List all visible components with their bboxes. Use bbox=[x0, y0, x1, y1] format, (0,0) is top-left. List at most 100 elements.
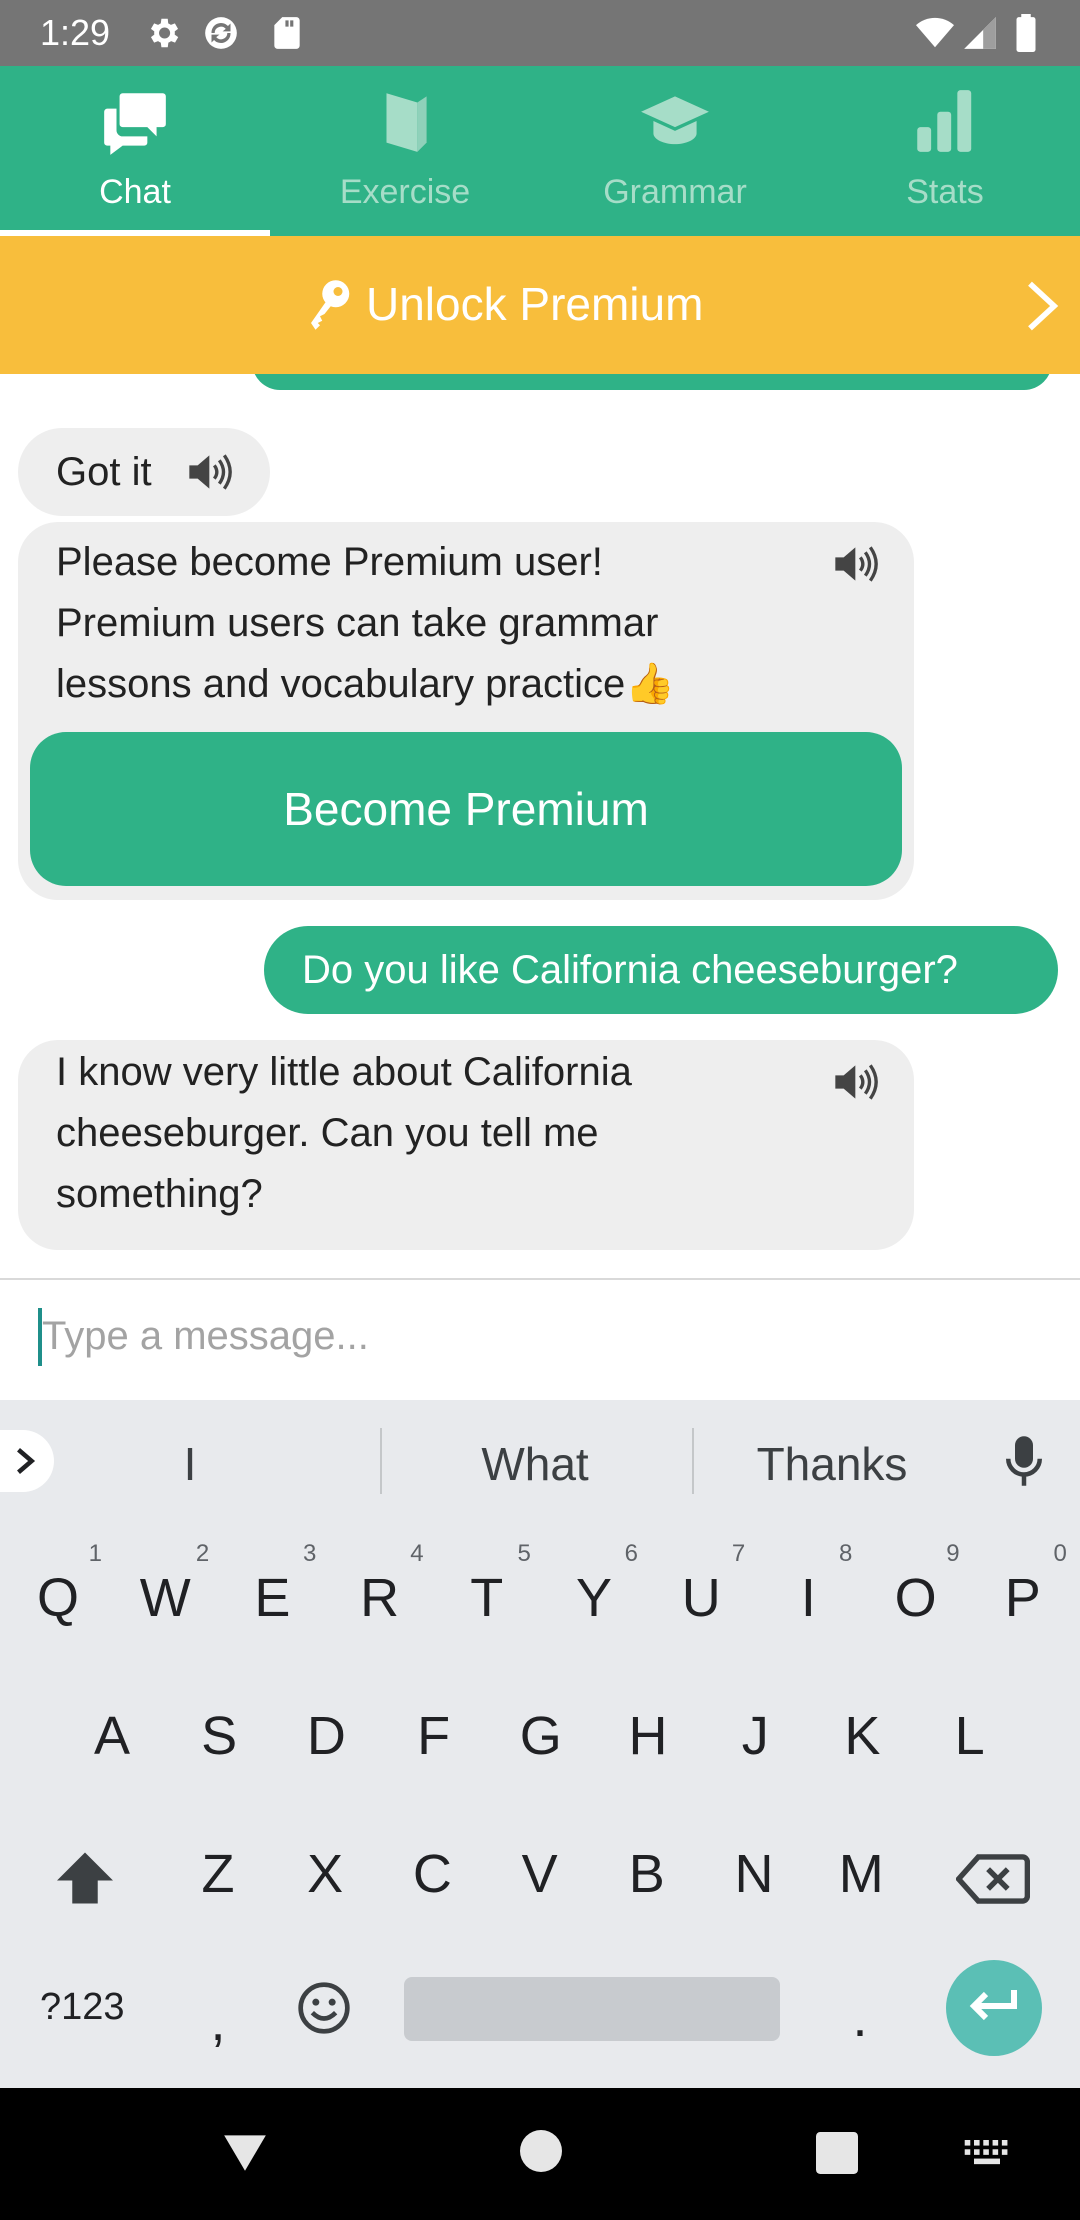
key-label: Z bbox=[201, 1844, 235, 1904]
previous-user-message bbox=[252, 374, 1052, 390]
key-s[interactable]: S bbox=[169, 1704, 269, 1768]
key-q[interactable]: Q1 bbox=[8, 1540, 108, 1630]
key-v[interactable]: V bbox=[490, 1842, 590, 1906]
chat-list[interactable]: Got it Please become Premium user! Premi… bbox=[0, 374, 1080, 1278]
key-hint: 0 bbox=[1053, 1540, 1067, 1567]
status-time: 1:29 bbox=[40, 12, 111, 53]
key-label: U bbox=[681, 1568, 721, 1628]
key-n[interactable]: N bbox=[704, 1842, 804, 1906]
key-x[interactable]: X bbox=[275, 1842, 375, 1906]
key-g[interactable]: G bbox=[491, 1704, 591, 1768]
tab-grammar[interactable]: Grammar bbox=[540, 66, 810, 236]
comma-key[interactable]: , bbox=[168, 1990, 268, 2054]
key-label: A bbox=[93, 1706, 131, 1766]
key-hint: 3 bbox=[303, 1540, 317, 1567]
key-m[interactable]: M bbox=[811, 1842, 911, 1906]
shift-icon[interactable] bbox=[54, 1850, 116, 1906]
key-d[interactable]: D bbox=[276, 1704, 376, 1768]
key-t[interactable]: T5 bbox=[437, 1540, 537, 1630]
key-z[interactable]: Z bbox=[168, 1842, 268, 1906]
key-label: P bbox=[1004, 1568, 1041, 1628]
tab-label: Grammar bbox=[603, 173, 747, 211]
key-hint: 9 bbox=[946, 1540, 960, 1567]
tab-label: Exercise bbox=[339, 173, 471, 211]
key-label: Q bbox=[36, 1568, 79, 1628]
key-label: E bbox=[254, 1568, 291, 1628]
bot-message: I know very little about California chee… bbox=[18, 1040, 914, 1250]
speaker-icon[interactable] bbox=[186, 452, 236, 492]
key-a[interactable]: A bbox=[62, 1704, 162, 1768]
book-icon bbox=[368, 84, 442, 158]
become-premium-button[interactable]: Become Premium bbox=[30, 732, 902, 886]
key-label: L bbox=[954, 1706, 985, 1766]
key-p[interactable]: P0 bbox=[973, 1540, 1073, 1630]
symbols-key[interactable]: ?123 bbox=[40, 1986, 125, 2029]
banner-text: Unlock Premium bbox=[366, 278, 704, 330]
recents-icon[interactable] bbox=[816, 2132, 858, 2174]
key-hint: 5 bbox=[517, 1540, 531, 1567]
key-label: W bbox=[139, 1568, 191, 1628]
key-o[interactable]: O9 bbox=[866, 1540, 966, 1630]
back-icon[interactable] bbox=[220, 2128, 270, 2176]
speaker-icon[interactable] bbox=[832, 1062, 882, 1102]
navigation-bar bbox=[0, 2088, 1080, 2220]
suggestion[interactable]: I bbox=[140, 1436, 240, 1492]
home-icon[interactable] bbox=[520, 2130, 562, 2172]
key-label: O bbox=[894, 1568, 937, 1628]
key-j[interactable]: J bbox=[705, 1704, 805, 1768]
key-r[interactable]: R4 bbox=[330, 1540, 430, 1630]
key-u[interactable]: U7 bbox=[651, 1540, 751, 1630]
keyboard-switch-icon[interactable] bbox=[964, 2140, 1010, 2166]
key-label: R bbox=[360, 1568, 400, 1628]
key-label: C bbox=[412, 1844, 452, 1904]
message-line: cheeseburger. Can you tell me bbox=[56, 1111, 599, 1155]
suggestion[interactable]: What bbox=[420, 1436, 650, 1492]
key-l[interactable]: L bbox=[920, 1704, 1020, 1768]
key-hint: 7 bbox=[731, 1540, 746, 1567]
key-icon bbox=[306, 278, 352, 332]
microphone-icon[interactable] bbox=[1004, 1434, 1044, 1488]
message-input[interactable] bbox=[38, 1306, 1038, 1366]
space-bar[interactable] bbox=[404, 1977, 780, 2041]
backspace-icon[interactable] bbox=[955, 1852, 1031, 1906]
key-h[interactable]: H bbox=[598, 1704, 698, 1768]
key-b[interactable]: B bbox=[597, 1842, 697, 1906]
emoji-icon[interactable] bbox=[296, 1980, 352, 2036]
speaker-icon[interactable] bbox=[832, 544, 882, 584]
enter-key[interactable] bbox=[946, 1960, 1042, 2056]
key-label: X bbox=[307, 1844, 344, 1904]
key-label: M bbox=[838, 1844, 884, 1904]
message-line: Premium users can take grammar bbox=[56, 601, 659, 645]
suggestion[interactable]: Thanks bbox=[722, 1436, 942, 1492]
period-key[interactable]: . bbox=[810, 1986, 910, 2050]
key-hint: 6 bbox=[624, 1540, 638, 1567]
bot-message: Got it bbox=[18, 428, 270, 516]
tab-bar: Chat Exercise Grammar Stats bbox=[0, 66, 1080, 236]
key-w[interactable]: W2 bbox=[115, 1540, 215, 1630]
expand-toolbar-button[interactable] bbox=[0, 1430, 54, 1492]
graduation-cap-icon bbox=[638, 84, 712, 158]
key-label: J bbox=[741, 1706, 769, 1766]
bar-chart-icon bbox=[908, 84, 982, 158]
settings-icon bbox=[144, 14, 182, 52]
chevron-right-icon bbox=[1024, 280, 1062, 332]
key-f[interactable]: F bbox=[384, 1704, 484, 1768]
tab-stats[interactable]: Stats bbox=[810, 66, 1080, 236]
key-label: B bbox=[628, 1844, 665, 1904]
key-label: F bbox=[417, 1706, 451, 1766]
divider bbox=[692, 1428, 694, 1494]
key-label: S bbox=[201, 1706, 238, 1766]
key-y[interactable]: Y6 bbox=[544, 1540, 644, 1630]
tab-exercise[interactable]: Exercise bbox=[270, 66, 540, 236]
message-line: lessons and vocabulary practice👍 bbox=[56, 662, 676, 706]
key-i[interactable]: I8 bbox=[758, 1540, 858, 1630]
unlock-premium-banner[interactable]: Unlock Premium bbox=[0, 236, 1080, 374]
key-k[interactable]: K bbox=[812, 1704, 912, 1768]
key-c[interactable]: C bbox=[382, 1842, 482, 1906]
key-label: N bbox=[734, 1844, 774, 1904]
suggestion-strip: I What Thanks bbox=[0, 1400, 1080, 1522]
key-e[interactable]: E3 bbox=[222, 1540, 322, 1630]
divider bbox=[380, 1428, 382, 1494]
tab-chat[interactable]: Chat bbox=[0, 66, 270, 236]
sync-icon bbox=[202, 14, 240, 52]
